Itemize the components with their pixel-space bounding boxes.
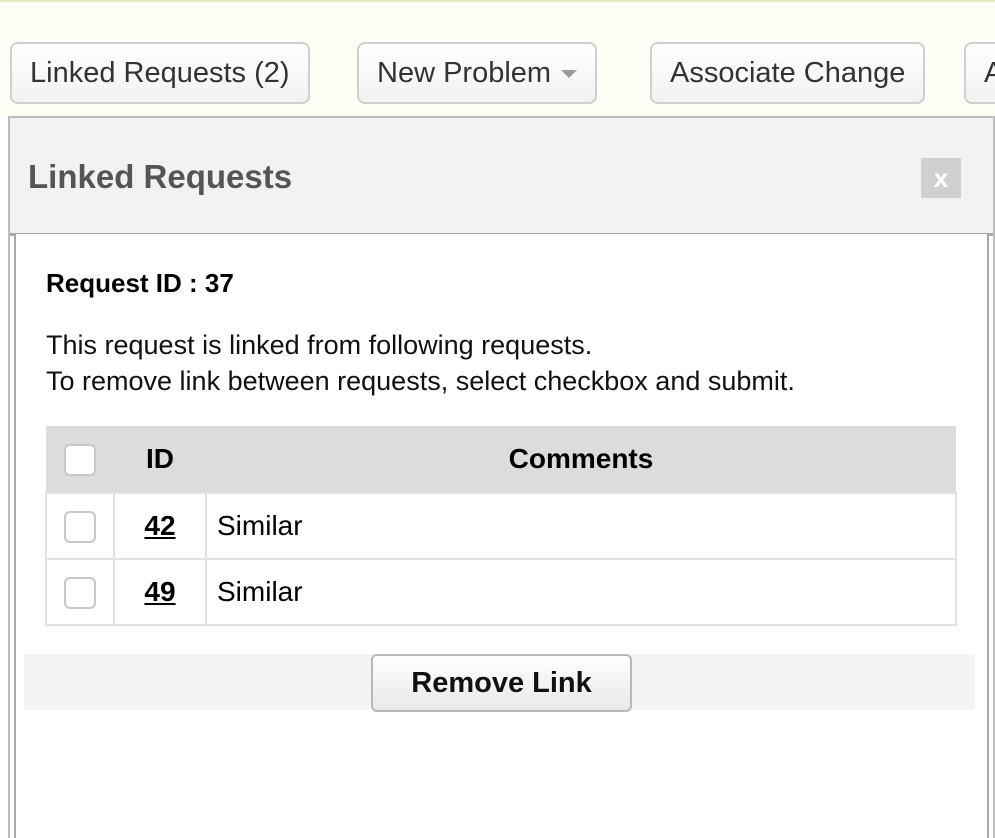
close-icon[interactable]: x — [921, 158, 961, 198]
row-id-cell: 42 — [113, 492, 207, 560]
dialog-header: Linked Requests x — [10, 118, 993, 236]
comments-column-header: Comments — [206, 426, 956, 493]
row-checkbox-cell — [45, 558, 115, 626]
linked-requests-button-label: Linked Requests (2) — [30, 57, 290, 89]
new-problem-button-label: New Problem — [377, 57, 552, 89]
request-id-link[interactable]: 49 — [144, 576, 175, 607]
chevron-down-icon — [561, 70, 578, 79]
request-id-label: Request ID : 37 — [46, 268, 234, 298]
select-all-cell — [46, 426, 114, 493]
row-comment: Similar — [205, 558, 957, 626]
row-id-cell: 49 — [113, 558, 207, 626]
dialog-title: Linked Requests — [28, 158, 293, 195]
toolbar: Linked Requests (2) New Problem Associat… — [0, 0, 995, 116]
remove-link-button[interactable]: Remove Link — [371, 654, 632, 712]
toolbar-overflow-button[interactable]: A — [964, 42, 995, 104]
toolbar-overflow-button-label: A — [984, 57, 995, 89]
id-column-header: ID — [114, 426, 206, 493]
description-line-2: To remove link between requests, select … — [46, 366, 795, 396]
row-checkbox[interactable] — [64, 576, 96, 609]
associate-change-button[interactable]: Associate Change — [650, 42, 926, 104]
row-checkbox-cell — [45, 492, 115, 560]
table-row: 49 Similar — [45, 558, 957, 626]
linked-requests-button[interactable]: Linked Requests (2) — [10, 42, 310, 104]
row-comment: Similar — [205, 492, 957, 560]
table-header-row: ID Comments — [46, 426, 956, 493]
linked-requests-table: ID Comments 42 Similar 49 Similar — [45, 426, 957, 626]
new-problem-button[interactable]: New Problem — [357, 42, 598, 104]
select-all-checkbox[interactable] — [64, 443, 96, 476]
table-row: 42 Similar — [45, 492, 957, 560]
associate-change-button-label: Associate Change — [670, 57, 906, 89]
request-id-link[interactable]: 42 — [144, 510, 175, 541]
description-line-1: This request is linked from following re… — [46, 330, 593, 360]
row-checkbox[interactable] — [64, 510, 96, 543]
